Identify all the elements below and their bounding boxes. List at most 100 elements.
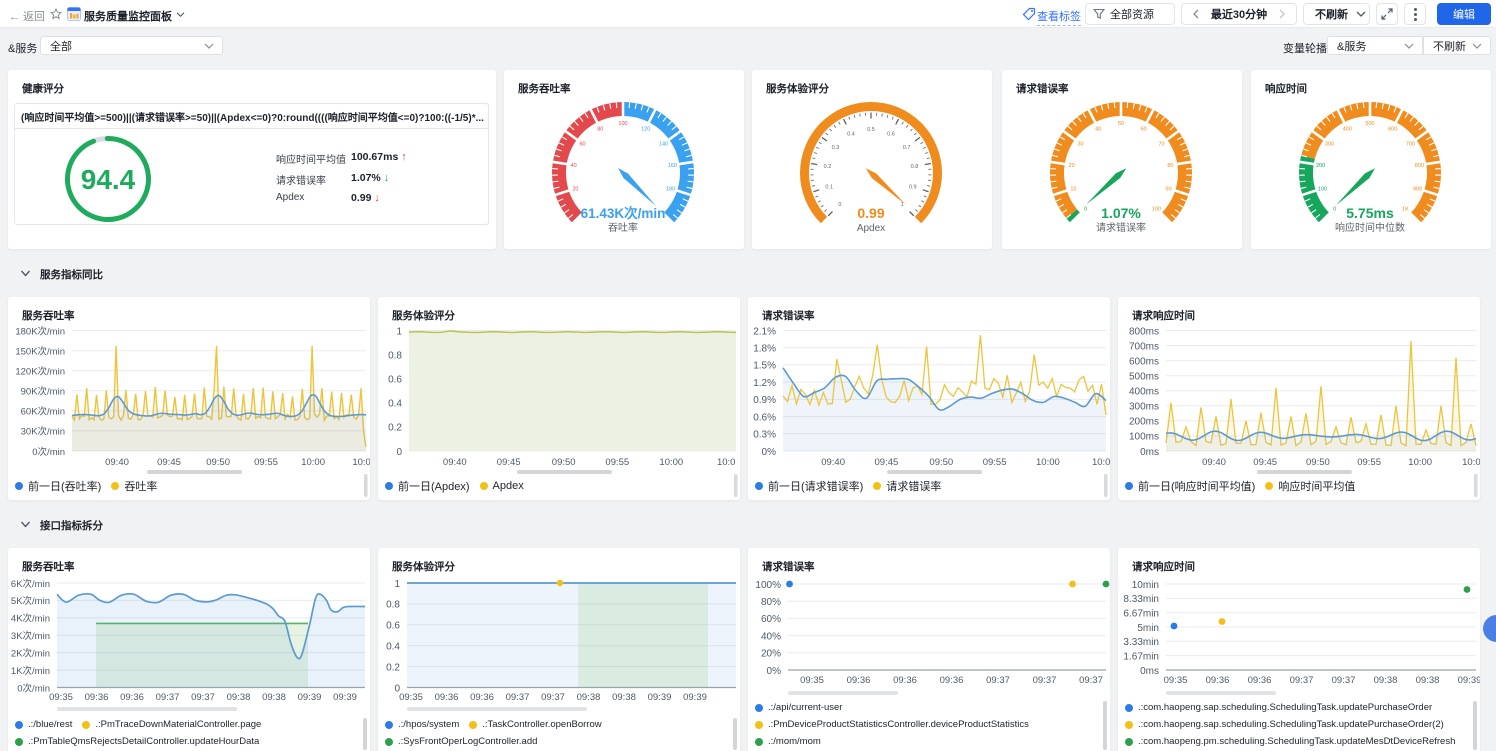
svg-text:80: 80 — [1167, 163, 1173, 169]
svg-text:1: 1 — [394, 579, 400, 590]
svg-text:0.6: 0.6 — [887, 132, 895, 138]
svg-text:30: 30 — [1077, 142, 1083, 148]
svg-text:700ms: 700ms — [1129, 341, 1159, 352]
svg-text:50: 50 — [1118, 121, 1124, 127]
svg-text:100%: 100% — [755, 580, 781, 591]
svg-text:180K次/min: 180K次/min — [15, 325, 65, 337]
svg-text:09:39: 09:39 — [333, 692, 357, 703]
svg-text:09:37: 09:37 — [1033, 675, 1057, 686]
svg-text:09:55: 09:55 — [254, 457, 278, 468]
svg-text:09:55: 09:55 — [605, 457, 629, 468]
svg-text:600ms: 600ms — [1129, 356, 1159, 367]
svg-text:09:37: 09:37 — [541, 692, 565, 703]
svg-text:800ms: 800ms — [1129, 326, 1159, 337]
svg-text:1.67min: 1.67min — [1123, 651, 1159, 662]
svg-text:20: 20 — [1069, 163, 1075, 169]
svg-text:4K次/min: 4K次/min — [11, 613, 50, 625]
svg-text:09:36: 09:36 — [85, 692, 109, 703]
svg-text:0次/min: 0次/min — [17, 682, 50, 694]
svg-text:0: 0 — [396, 447, 402, 458]
svg-text:400ms: 400ms — [1129, 387, 1159, 398]
svg-text:09:40: 09:40 — [821, 457, 845, 468]
svg-text:09:38: 09:38 — [227, 692, 251, 703]
svg-text:94.4: 94.4 — [81, 164, 136, 195]
svg-text:100: 100 — [1152, 206, 1161, 212]
svg-text:0: 0 — [1084, 206, 1087, 212]
svg-text:Apdex: Apdex — [857, 223, 885, 234]
svg-text:0次/min: 0次/min — [32, 446, 65, 458]
svg-text:09:38: 09:38 — [1374, 675, 1398, 686]
svg-text:09:45: 09:45 — [497, 457, 521, 468]
svg-text:6.67min: 6.67min — [1123, 608, 1159, 619]
svg-text:90: 90 — [1166, 186, 1172, 192]
svg-text:40: 40 — [571, 163, 577, 169]
svg-text:09:36: 09:36 — [1206, 675, 1230, 686]
svg-text:09:50: 09:50 — [1306, 457, 1330, 468]
svg-text:吞吐率: 吞吐率 — [608, 221, 638, 234]
svg-text:0.2: 0.2 — [386, 662, 400, 673]
svg-text:0%: 0% — [767, 666, 782, 677]
svg-text:20: 20 — [572, 186, 578, 192]
svg-text:8.33min: 8.33min — [1123, 594, 1159, 605]
svg-text:0: 0 — [1333, 206, 1336, 212]
svg-text:10:0: 10:0 — [352, 457, 370, 468]
svg-text:09:35: 09:35 — [800, 675, 824, 686]
svg-text:120: 120 — [641, 126, 650, 132]
svg-text:09:36: 09:36 — [470, 692, 494, 703]
svg-text:0.7: 0.7 — [903, 145, 911, 151]
svg-text:60K次/min: 60K次/min — [21, 406, 65, 418]
svg-text:0.3%: 0.3% — [753, 430, 776, 441]
svg-text:61.43K次/min: 61.43K次/min — [581, 205, 666, 221]
svg-text:09:37: 09:37 — [506, 692, 530, 703]
svg-text:09:35: 09:35 — [49, 692, 73, 703]
svg-text:10: 10 — [1070, 186, 1076, 192]
svg-text:09:36: 09:36 — [120, 692, 144, 703]
svg-text:1K: 1K — [1402, 206, 1409, 212]
svg-text:60: 60 — [1141, 126, 1147, 132]
svg-text:10:0: 10:0 — [1462, 457, 1480, 468]
svg-text:120K次/min: 120K次/min — [15, 365, 65, 377]
svg-text:180: 180 — [666, 186, 675, 192]
svg-text:80%: 80% — [761, 597, 781, 608]
svg-text:09:37: 09:37 — [1332, 675, 1356, 686]
svg-text:09:39: 09:39 — [683, 692, 707, 703]
svg-text:40%: 40% — [761, 631, 781, 642]
svg-text:400: 400 — [1343, 126, 1352, 132]
svg-text:2.1%: 2.1% — [753, 326, 776, 337]
svg-text:09:45: 09:45 — [875, 457, 899, 468]
svg-text:700: 700 — [1406, 142, 1415, 148]
svg-text:1: 1 — [901, 202, 904, 208]
svg-text:2K次/min: 2K次/min — [11, 647, 50, 659]
svg-text:09:37: 09:37 — [1290, 675, 1314, 686]
svg-text:09:37: 09:37 — [1079, 675, 1103, 686]
svg-text:09:36: 09:36 — [847, 675, 871, 686]
svg-text:0ms: 0ms — [1140, 666, 1159, 677]
svg-text:1K次/min: 1K次/min — [11, 665, 50, 677]
svg-text:09:39: 09:39 — [648, 692, 672, 703]
svg-text:09:39: 09:39 — [298, 692, 322, 703]
svg-text:09:39: 09:39 — [1458, 675, 1480, 686]
svg-text:0.3: 0.3 — [832, 145, 840, 151]
svg-text:0.6%: 0.6% — [753, 412, 776, 423]
svg-text:1.07%: 1.07% — [1101, 205, 1141, 221]
svg-text:10:0: 10:0 — [1092, 457, 1110, 468]
svg-text:0.99: 0.99 — [857, 205, 884, 221]
svg-text:0.9: 0.9 — [909, 185, 917, 191]
svg-text:100: 100 — [618, 121, 627, 127]
svg-text:09:36: 09:36 — [1248, 675, 1272, 686]
svg-text:0.2: 0.2 — [388, 423, 402, 434]
svg-text:10:00: 10:00 — [301, 457, 325, 468]
svg-text:10:00: 10:00 — [659, 457, 683, 468]
svg-text:3K次/min: 3K次/min — [11, 630, 50, 642]
svg-text:0.6: 0.6 — [386, 621, 400, 632]
svg-text:20%: 20% — [761, 649, 781, 660]
svg-text:0.8: 0.8 — [911, 164, 919, 170]
svg-text:500: 500 — [1365, 121, 1374, 127]
svg-text:60%: 60% — [761, 614, 781, 625]
svg-text:160: 160 — [668, 163, 677, 169]
svg-text:09:40: 09:40 — [1202, 457, 1226, 468]
svg-text:6K次/min: 6K次/min — [11, 578, 50, 590]
svg-text:900: 900 — [1413, 186, 1422, 192]
svg-text:09:37: 09:37 — [986, 675, 1010, 686]
svg-text:09:36: 09:36 — [893, 675, 917, 686]
